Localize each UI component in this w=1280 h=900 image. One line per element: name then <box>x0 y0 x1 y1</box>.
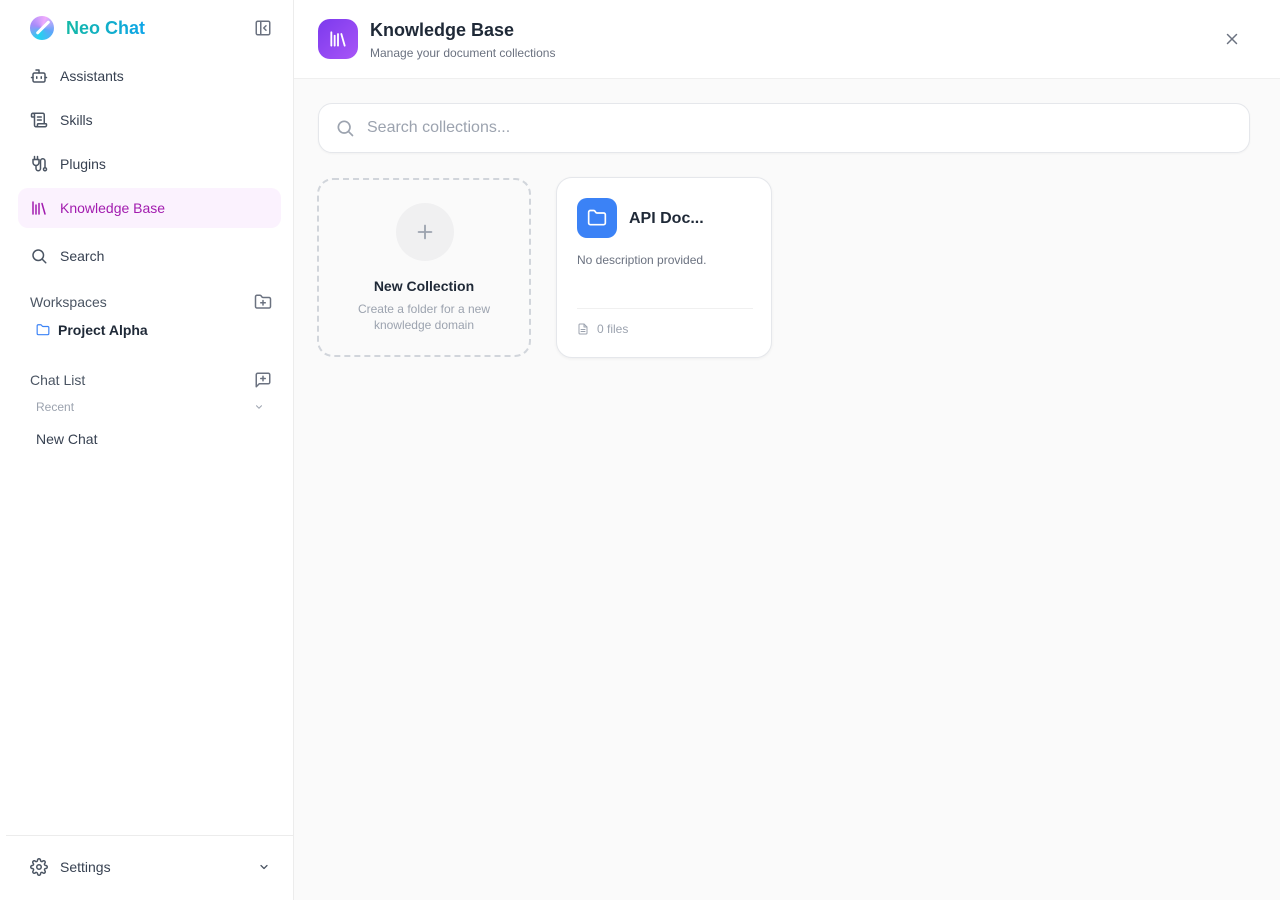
sidebar: Neo Chat Assistants Skills Plugins Knowl… <box>0 0 294 900</box>
nav-label-search: Search <box>60 248 105 264</box>
page-title: Knowledge Base <box>370 20 515 40</box>
collection-title: API Doc... <box>629 210 704 227</box>
scroll-icon <box>30 112 48 128</box>
plug-icon <box>32 155 48 172</box>
collection-search <box>318 103 1250 153</box>
chevron-down-icon <box>260 864 268 870</box>
library-icon <box>318 19 358 59</box>
new-collection-description: Create a folder for a new knowledge doma… <box>357 302 491 332</box>
search-icon <box>32 249 47 264</box>
search-icon <box>337 120 354 137</box>
chevron-down-icon <box>255 405 263 409</box>
plus-icon <box>396 203 454 261</box>
nav-label-plugins: Plugins <box>60 156 106 172</box>
collection-file-count: 0 files <box>577 322 628 336</box>
app-name: Neo Chat <box>66 17 146 38</box>
sidebar-collapse-icon[interactable] <box>254 19 272 37</box>
workspaces-title: Workspaces <box>30 294 107 310</box>
nav-label-skills: Skills <box>60 112 93 128</box>
new-collection-card[interactable]: New Collection Create a folder for a new… <box>317 178 531 357</box>
close-icon[interactable] <box>1223 30 1241 48</box>
nav-item-knowledge-base[interactable]: Knowledge Base <box>18 188 281 228</box>
message-plus-icon[interactable] <box>254 371 272 389</box>
page-subtitle: Manage your document collections <box>370 46 556 60</box>
card-divider <box>577 308 753 309</box>
settings-button[interactable]: Settings <box>30 858 270 876</box>
library-icon <box>32 201 46 215</box>
search-input[interactable] <box>367 119 1227 137</box>
main-panel: Knowledge Base Manage your document coll… <box>294 0 1280 900</box>
collection-description: No description provided. <box>577 253 707 267</box>
file-icon <box>578 323 588 335</box>
chat-item[interactable]: New Chat <box>36 431 97 447</box>
workspace-item-project-alpha[interactable]: Project Alpha <box>36 322 148 338</box>
nav-item-search[interactable]: Search <box>18 236 281 276</box>
nav-item-assistants[interactable]: Assistants <box>18 56 281 96</box>
nav-item-skills[interactable]: Skills <box>18 100 281 140</box>
nav-label-assistants: Assistants <box>60 68 124 84</box>
collection-card[interactable]: API Doc... No description provided. 0 fi… <box>556 177 772 358</box>
brand[interactable]: Neo Chat <box>30 15 145 41</box>
settings-label: Settings <box>60 859 111 875</box>
file-count-label: 0 files <box>597 322 629 336</box>
recent-label: Recent <box>36 400 75 414</box>
workspace-label: Project Alpha <box>58 322 148 338</box>
gear-icon <box>30 858 48 876</box>
folder-icon <box>36 324 50 336</box>
robot-icon <box>30 69 48 83</box>
page-header: Knowledge Base Manage your document coll… <box>294 0 1280 79</box>
new-collection-title: New Collection <box>373 278 475 294</box>
recent-group-toggle[interactable]: Recent <box>36 400 264 414</box>
neo-chat-logo <box>30 16 54 40</box>
folder-plus-icon[interactable] <box>254 293 272 311</box>
nav-item-plugins[interactable]: Plugins <box>18 144 281 184</box>
folder-icon <box>577 198 617 238</box>
nav-label-knowledge-base: Knowledge Base <box>60 200 166 216</box>
chat-list-title: Chat List <box>30 372 86 388</box>
sidebar-footer: Settings <box>6 835 294 900</box>
